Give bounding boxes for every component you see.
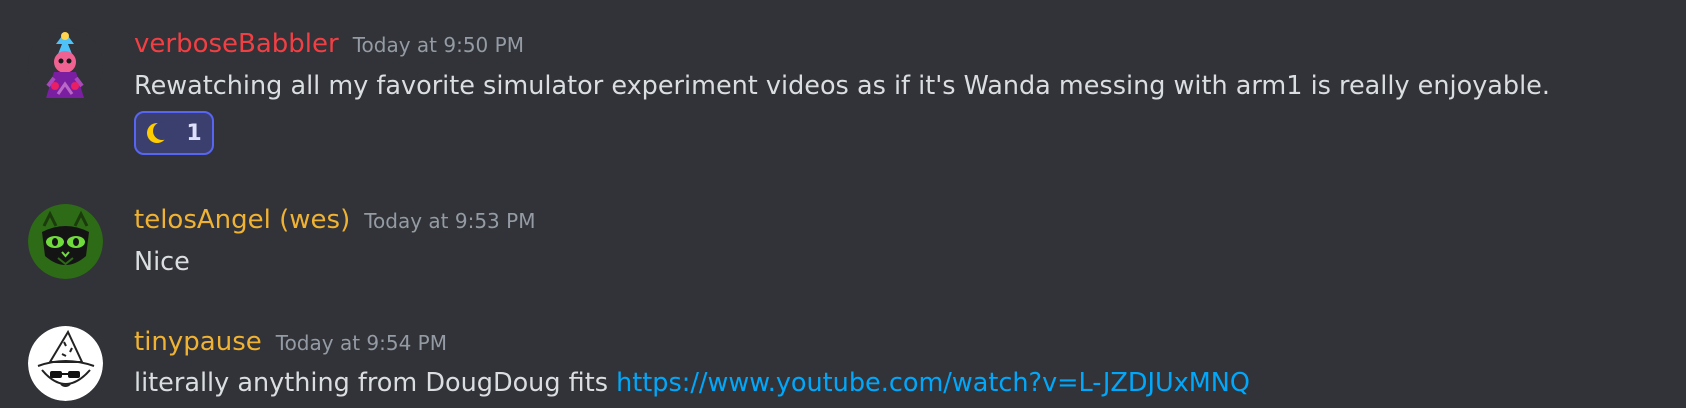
avatar-wizard-icon	[28, 28, 103, 103]
message-text: Nice	[134, 247, 190, 277]
username[interactable]: telosAngel (wes)	[134, 205, 350, 235]
message-header: verboseBabbler Today at 9:50 PM	[134, 29, 524, 59]
message-header: telosAngel (wes) Today at 9:53 PM	[134, 205, 535, 235]
timestamp[interactable]: Today at 9:54 PM	[276, 331, 447, 355]
avatar[interactable]	[28, 326, 103, 401]
reaction-button[interactable]: 1	[134, 111, 214, 155]
username[interactable]: tinypause	[134, 327, 262, 357]
message-text: literally anything from DougDoug fits ht…	[134, 368, 1250, 398]
crescent-moon-icon	[147, 122, 169, 143]
avatar-mask-icon	[28, 204, 103, 279]
message-header: tinypause Today at 9:54 PM	[134, 327, 447, 357]
timestamp[interactable]: Today at 9:50 PM	[353, 33, 524, 57]
avatar-cat-wizard-icon	[28, 326, 103, 401]
avatar[interactable]	[28, 204, 103, 279]
youtube-link[interactable]: https://www.youtube.com/watch?v=L-JZDJUx…	[616, 368, 1250, 398]
username[interactable]: verboseBabbler	[134, 29, 339, 59]
timestamp[interactable]: Today at 9:53 PM	[364, 209, 535, 233]
avatar[interactable]	[28, 28, 103, 103]
message-text-body: literally anything from DougDoug fits	[134, 368, 617, 398]
reaction-count: 1	[186, 120, 202, 146]
message-text: Rewatching all my favorite simulator exp…	[134, 71, 1550, 101]
chat-message-list: verboseBabbler Today at 9:50 PM Rewatchin…	[0, 0, 1686, 408]
